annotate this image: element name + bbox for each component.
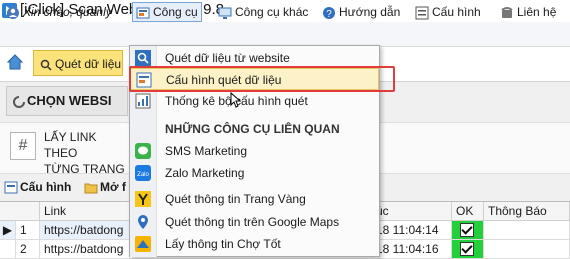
search-icon xyxy=(40,59,52,71)
highlight-annotation-box xyxy=(129,66,395,92)
help-icon: ? xyxy=(323,6,335,20)
config-icon xyxy=(415,6,429,20)
menu-config[interactable]: Cấu hình xyxy=(415,3,481,21)
phone-icon xyxy=(501,6,513,18)
cho-tot-icon xyxy=(135,236,151,252)
svg-text:?: ? xyxy=(326,9,332,20)
menu-tools-label: Công cụ xyxy=(153,5,198,19)
hash-icon[interactable]: # xyxy=(10,132,36,160)
choose-website-label: CHỌN WEBSI xyxy=(27,93,112,108)
svg-text:Zalo: Zalo xyxy=(137,172,149,178)
user-greeting: Xin chào, quanly xyxy=(6,3,112,21)
config-tool-icon xyxy=(4,181,18,194)
folder-icon xyxy=(84,183,98,194)
get-link-per-page-option[interactable]: LẤY LINK THEO TỪNG TRANG xyxy=(44,129,130,177)
menu-bar xyxy=(0,22,570,47)
menu-contact[interactable]: Liên hệ xyxy=(500,3,556,21)
menu-item-sms-marketing[interactable]: SMS Marketing xyxy=(130,140,379,162)
monitor-icon xyxy=(218,7,232,19)
menu-item-statistics[interactable]: Thống kê bộ cấu hình quét xyxy=(130,90,379,112)
home-icon[interactable] xyxy=(6,53,24,71)
menu-item-cho-tot[interactable]: Lấy thông tin Chợ Tốt xyxy=(130,233,379,255)
open-file-button[interactable]: Mở f xyxy=(84,180,126,194)
related-tools-heading: NHỮNG CÔNG CỤ LIÊN QUAN xyxy=(165,122,340,136)
menu-item-google-maps[interactable]: Quét thông tin trên Google Maps xyxy=(130,211,379,233)
mouse-cursor-icon xyxy=(230,92,242,108)
sms-icon xyxy=(135,143,151,159)
ok-checkbox[interactable] xyxy=(460,242,474,256)
menu-item-label: Quét thông tin Trang Vàng xyxy=(165,192,306,206)
statistics-icon xyxy=(135,93,151,109)
column-header-ok[interactable]: OK xyxy=(452,202,484,221)
menu-item-yellow-pages[interactable]: Quét thông tin Trang Vàng xyxy=(130,188,379,210)
menu-config-label: Cấu hình xyxy=(432,5,481,19)
menu-item-label: Zalo Marketing xyxy=(165,166,245,180)
row-selector-arrow[interactable]: ▶ xyxy=(0,221,16,240)
row-index: 1 xyxy=(16,221,40,240)
menu-item-zalo-marketing[interactable]: Zalo Zalo Marketing xyxy=(130,162,379,184)
menu-item-label: Quét thông tin trên Google Maps xyxy=(165,215,340,229)
table-row-ok[interactable] xyxy=(452,240,484,259)
column-header-time[interactable]: úc xyxy=(372,202,452,221)
ok-checkbox[interactable] xyxy=(460,223,474,237)
choose-website-button[interactable]: CHỌN WEBSI xyxy=(6,86,128,116)
yellow-pages-icon xyxy=(135,191,151,207)
get-link-line2: TỪNG TRANG xyxy=(44,162,125,176)
table-row-notice xyxy=(484,221,570,240)
tab-scan-label: Quét dữ liệu từ xyxy=(55,57,122,71)
refresh-icon xyxy=(13,95,25,108)
table-row-time: 18 11:04:14 xyxy=(372,221,452,240)
menu-item-label: Lấy thông tin Chợ Tốt xyxy=(165,237,281,251)
search-web-icon xyxy=(135,50,151,66)
menu-item-label: SMS Marketing xyxy=(165,144,248,158)
menu-tools[interactable]: Công cụ xyxy=(132,2,202,22)
menu-other-tools-label: Công cụ khác xyxy=(235,5,309,19)
open-file-label: Mở f xyxy=(100,180,126,194)
column-header-notice[interactable]: Thông Báo xyxy=(484,202,570,221)
get-link-line1: LẤY LINK THEO xyxy=(44,130,97,160)
row-selector[interactable] xyxy=(0,240,16,259)
row-header-corner xyxy=(0,202,40,221)
table-row-notice xyxy=(484,240,570,259)
zalo-icon: Zalo xyxy=(135,165,151,181)
config-button[interactable]: Cấu hình xyxy=(4,180,71,194)
menu-guide-label: Hướng dẫn xyxy=(339,5,401,19)
tools-icon xyxy=(136,7,150,19)
menu-other-tools[interactable]: Công cụ khác xyxy=(218,3,308,21)
menu-contact-label: Liên hệ xyxy=(517,5,557,19)
table-row-time: 18 11:04:16 xyxy=(372,240,452,259)
google-maps-icon xyxy=(138,215,148,229)
table-row-ok[interactable] xyxy=(452,221,484,240)
menu-guide[interactable]: ? Hướng dẫn xyxy=(322,3,400,21)
config-button-label: Cấu hình xyxy=(20,180,72,194)
user-icon xyxy=(7,6,19,19)
greeting-text: Xin chào, quanly xyxy=(23,5,112,19)
row-index: 2 xyxy=(16,240,40,259)
tab-scan-data[interactable]: Quét dữ liệu từ xyxy=(33,50,123,76)
